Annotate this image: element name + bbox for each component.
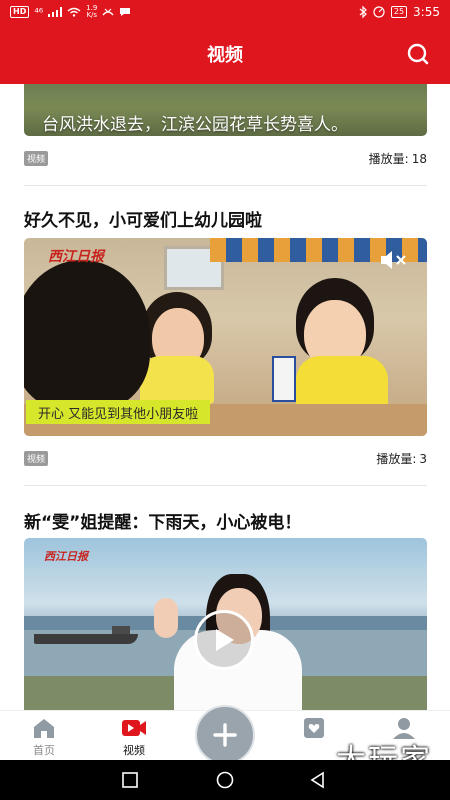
presenter-hand [154,598,178,638]
video-subtitle: 开心 又能见到其他小朋友啦 [26,400,211,424]
video-thumbnail[interactable]: 西江日报 [24,538,427,710]
missed-call-icon [102,8,114,16]
child-shirt [140,356,214,404]
divider [24,185,427,186]
plus-icon [213,723,237,747]
video-title[interactable]: 新“雯”姐提醒：下雨天，小心被电！ [24,508,301,533]
tab-video[interactable]: 视频 [104,711,164,761]
gauge-icon [373,6,385,18]
network-type: ⁴⁶ [34,5,44,19]
video-thumbnail[interactable]: 西江日报 开心 又能见到其他小朋友啦 [24,238,427,436]
battery-indicator: 25 [390,6,408,18]
heart-card-icon [304,718,324,738]
video-tag: 视频 [24,151,49,166]
message-icon [120,8,131,16]
play-count: 播放量: 18 [366,150,427,167]
bluetooth-icon [359,6,367,18]
home-icon [34,719,54,738]
video-thumbnail[interactable]: 台风洪水退去，江滨公园花草长势喜人。 [24,84,427,136]
video-caption: 台风洪水退去，江滨公园花草长势喜人。 [42,115,348,135]
speed-unit: K/s [86,11,98,19]
milk-carton [272,356,296,402]
search-icon[interactable] [406,42,430,66]
video-meta: 视频 播放量: 3 [24,450,427,467]
tab-home[interactable]: 首页 [14,711,74,761]
tab-favorites[interactable] [284,711,344,761]
recent-apps-icon[interactable] [120,770,140,790]
volume-muted-icon[interactable] [379,248,409,272]
boat [34,634,138,644]
play-icon [216,629,234,651]
status-right: 25 3:55 [359,5,440,19]
video-feed[interactable]: 台风洪水退去，江滨公园花草长势喜人。 视频 播放量: 18 好久不见，小可爱们上幼… [0,84,450,710]
home-circle-icon[interactable] [215,770,235,790]
video-meta: 视频 播放量: 18 [24,150,427,167]
play-count-label: 播放量: [368,152,409,166]
signal-icon [48,7,63,17]
app-header: 视频 [0,24,450,84]
status-time: 3:55 [413,5,440,19]
play-count: 播放量: 3 [373,450,427,467]
hd-badge: HD [10,6,30,18]
play-count-value: 3 [419,452,427,466]
bottom-tab-bar: 首页 视频 大玩家 [0,705,450,778]
child-back-of-head [24,260,150,410]
system-nav-bar [0,760,450,800]
tab-label: 视频 [123,744,145,757]
publish-button[interactable] [195,705,255,765]
play-button[interactable] [194,610,254,670]
wifi-icon [67,7,81,17]
play-count-label: 播放量: [376,452,417,466]
tab-label: 首页 [33,744,55,757]
play-count-value: 18 [411,152,427,166]
back-triangle-icon[interactable] [308,770,328,790]
video-title[interactable]: 好久不见，小可爱们上幼儿园啦 [24,206,262,231]
status-bar: HD ⁴⁶ 1.9 K/s 25 3:55 [0,0,450,24]
video-tag: 视频 [24,451,49,466]
divider [24,485,427,486]
page-title: 视频 [207,45,243,66]
brand-logo: 西江日报 [44,550,88,563]
network-speed: 1.9 K/s [86,5,97,19]
brand-logo: 西江日报 [48,249,104,265]
video-camera-icon [122,720,146,736]
status-left: HD ⁴⁶ 1.9 K/s [10,5,131,19]
